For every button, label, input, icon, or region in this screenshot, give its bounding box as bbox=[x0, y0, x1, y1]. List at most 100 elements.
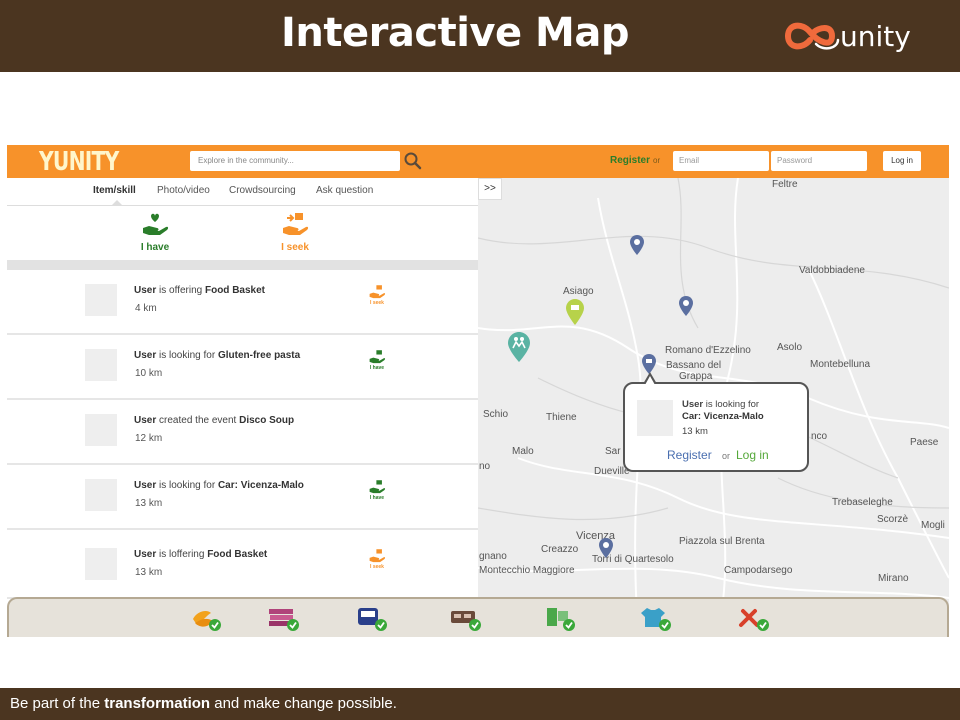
search-icon[interactable] bbox=[403, 151, 423, 171]
hand-seek-icon bbox=[369, 285, 386, 299]
feed-user[interactable]: User bbox=[134, 549, 156, 560]
i-seek-label: I seek bbox=[281, 242, 309, 253]
map-pin-icon[interactable] bbox=[679, 296, 693, 316]
town-label: Creazzo bbox=[541, 544, 579, 555]
feed-item[interactable]: User created the event Disco Soup 12 km bbox=[7, 401, 478, 465]
feed-text: User created the event Disco Soup bbox=[134, 415, 294, 426]
town-label: Paese bbox=[910, 437, 939, 448]
books-icon[interactable] bbox=[267, 605, 301, 633]
register-link-group: Register or bbox=[610, 155, 660, 166]
feed-object[interactable]: Food Basket bbox=[205, 285, 265, 296]
map-collapse-button[interactable]: >> bbox=[478, 178, 502, 200]
row-badge-have[interactable]: I have bbox=[365, 479, 389, 501]
feed-user[interactable]: User bbox=[134, 350, 156, 361]
popup-object: Car: Vicenza-Malo bbox=[682, 411, 764, 422]
row-badge-label: I seek bbox=[370, 300, 384, 306]
town-label: no bbox=[479, 461, 491, 472]
infinity-logo-icon bbox=[785, 22, 840, 50]
map-pin-food-icon[interactable] bbox=[566, 299, 584, 325]
popup-distance: 13 km bbox=[682, 426, 708, 437]
map-pin-icon[interactable] bbox=[630, 235, 644, 255]
map-pin-icon[interactable] bbox=[599, 538, 613, 558]
feed-item[interactable]: User is loffering Food Basket 13 km I seek bbox=[7, 535, 478, 599]
transport-icon[interactable] bbox=[355, 605, 389, 633]
feed-action: is looking for bbox=[156, 350, 218, 361]
town-label: Piazzola sul Brenta bbox=[679, 536, 765, 547]
popup-or-label: or bbox=[722, 451, 731, 461]
row-badge-seek[interactable]: I seek bbox=[365, 284, 389, 306]
feed-thumbnail bbox=[85, 284, 117, 316]
town-label: Scorzè bbox=[877, 514, 909, 525]
logo-text: unity bbox=[840, 20, 911, 53]
tab-item-skill[interactable]: Item/skill bbox=[93, 185, 136, 196]
food-icon[interactable] bbox=[189, 605, 223, 633]
feed-item[interactable]: User is looking for Car: Vicenza-Malo 13 … bbox=[7, 466, 478, 530]
town-label: Schio bbox=[483, 409, 509, 420]
hand-seek-icon bbox=[369, 549, 386, 563]
i-seek-button[interactable]: I seek bbox=[265, 212, 325, 253]
map-view[interactable]: >> Feltre Valdobbiadene Asiago Romano d'… bbox=[478, 178, 949, 633]
tab-crowdsourcing[interactable]: Crowdsourcing bbox=[229, 185, 296, 196]
town-label: Sar bbox=[605, 446, 621, 457]
brand-logo[interactable]: YUNITY bbox=[39, 147, 119, 177]
feed-action: is offering bbox=[156, 285, 205, 296]
map-pin-event-icon[interactable] bbox=[508, 332, 530, 362]
divider-band bbox=[7, 260, 478, 270]
feed-object[interactable]: Car: Vicenza-Malo bbox=[218, 480, 304, 491]
town-label: nco bbox=[811, 431, 828, 442]
tab-bar: Item/skill Photo/video Crowdsourcing Ask… bbox=[7, 178, 478, 206]
town-label: Montebelluna bbox=[810, 359, 871, 370]
tools-icon[interactable] bbox=[737, 605, 771, 633]
tab-ask-question[interactable]: Ask question bbox=[316, 185, 373, 196]
popup-tail-inner bbox=[645, 376, 655, 385]
feed-object[interactable]: Gluten-free pasta bbox=[218, 350, 300, 361]
town-label: Feltre bbox=[772, 179, 798, 190]
feed-thumbnail bbox=[85, 548, 117, 580]
popup-register-link[interactable]: Register bbox=[667, 448, 712, 462]
feed-user[interactable]: User bbox=[134, 285, 156, 296]
category-bar bbox=[7, 597, 949, 637]
town-label: Mirano bbox=[878, 573, 909, 584]
feed-thumbnail bbox=[85, 349, 117, 381]
row-badge-have[interactable]: I have bbox=[365, 349, 389, 371]
app-topbar: YUNITY Explore in the community... Regis… bbox=[7, 145, 949, 178]
town-label: Thiene bbox=[546, 412, 577, 423]
row-badge-label: I seek bbox=[370, 564, 384, 570]
active-tab-caret bbox=[111, 200, 123, 206]
town-label: gnano bbox=[479, 551, 507, 562]
town-label: Romano d'Ezzelino bbox=[665, 345, 751, 356]
hand-exchange-icon bbox=[283, 213, 309, 235]
feed-panel: Item/skill Photo/video Crowdsourcing Ask… bbox=[7, 178, 478, 633]
map-pin-icon[interactable] bbox=[642, 354, 656, 374]
or-label: or bbox=[653, 156, 661, 165]
i-have-label: I have bbox=[140, 242, 170, 253]
feed-item[interactable]: User is offering Food Basket 4 km I seek bbox=[7, 271, 478, 335]
town-label: Montecchio Maggiore bbox=[479, 565, 575, 576]
town-label: Mogli bbox=[921, 520, 945, 531]
feed-text: User is looking for Gluten-free pasta bbox=[134, 350, 300, 361]
furniture-icon[interactable] bbox=[449, 605, 483, 633]
feed-thumbnail bbox=[85, 479, 117, 511]
feed-user[interactable]: User bbox=[134, 480, 156, 491]
slide-header: Interactive Map unity bbox=[0, 0, 960, 72]
tab-photo-video[interactable]: Photo/video bbox=[157, 185, 210, 196]
search-input[interactable]: Explore in the community... bbox=[190, 151, 400, 171]
electronics-icon[interactable] bbox=[543, 605, 577, 633]
email-field[interactable]: Email bbox=[673, 151, 769, 171]
town-label: Trebaseleghe bbox=[832, 497, 893, 508]
popup-login-link[interactable]: Log in bbox=[736, 448, 769, 462]
row-badge-seek[interactable]: I seek bbox=[365, 548, 389, 570]
feed-item[interactable]: User is looking for Gluten-free pasta 10 … bbox=[7, 336, 478, 400]
feed-distance: 13 km bbox=[135, 567, 163, 578]
feed-distance: 13 km bbox=[135, 498, 163, 509]
feed-user[interactable]: User bbox=[134, 415, 156, 426]
clothing-icon[interactable] bbox=[639, 605, 673, 633]
register-link[interactable]: Register bbox=[610, 155, 650, 166]
feed-object[interactable]: Food Basket bbox=[207, 549, 267, 560]
i-have-button[interactable]: I have bbox=[125, 212, 185, 253]
password-field[interactable]: Password bbox=[771, 151, 867, 171]
login-button[interactable]: Log in bbox=[883, 151, 921, 171]
map-popup: User is looking for Car: Vicenza-Malo 13… bbox=[623, 372, 809, 472]
row-badge-label: I have bbox=[369, 495, 385, 501]
feed-object[interactable]: Disco Soup bbox=[239, 415, 294, 426]
